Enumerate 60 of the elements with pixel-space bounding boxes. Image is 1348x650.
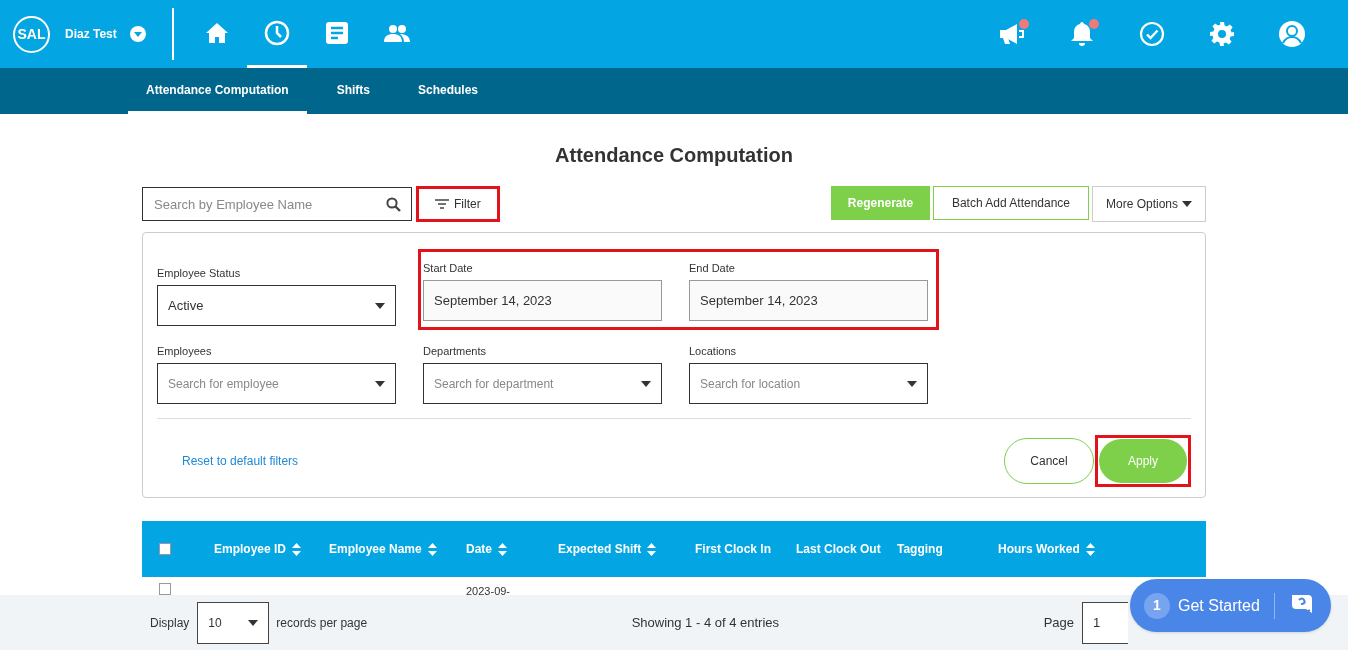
display-label: Display bbox=[150, 614, 190, 632]
entries-count: Showing 1 - 4 of 4 entries bbox=[631, 613, 780, 632]
column-header: Tagging bbox=[897, 541, 943, 558]
tab[interactable]: Attendance Computation bbox=[128, 68, 307, 114]
sort-icon bbox=[647, 542, 657, 556]
check-circle-icon bbox=[1139, 21, 1165, 47]
caret-icon bbox=[375, 380, 385, 387]
date-field[interactable]: September 14, 2023 bbox=[423, 280, 662, 321]
checkbox[interactable] bbox=[159, 543, 171, 555]
get-started-button[interactable]: 1 Get Started bbox=[1130, 579, 1331, 632]
page-label: Page bbox=[1043, 613, 1074, 632]
sort-icon bbox=[427, 542, 437, 556]
caret-icon bbox=[907, 380, 917, 387]
tab[interactable]: Shifts bbox=[318, 68, 388, 114]
caret-icon bbox=[133, 31, 142, 37]
sort-icon bbox=[292, 542, 302, 556]
batch-add-button[interactable]: Batch Add Attendance bbox=[933, 186, 1089, 220]
field-label: End Date bbox=[689, 261, 736, 274]
settings-icon bbox=[1209, 21, 1235, 47]
records-label: records per page bbox=[276, 614, 368, 632]
checkbox[interactable] bbox=[159, 583, 171, 595]
page-size-select[interactable]: 10 bbox=[197, 601, 270, 644]
field-label: Employee Status bbox=[157, 266, 242, 279]
table-cell: 2023-09- bbox=[466, 585, 511, 597]
column-header: First Clock In bbox=[695, 541, 771, 558]
field-label: Employees bbox=[157, 344, 213, 357]
page-title: Attendance Computation bbox=[555, 143, 793, 168]
field-label: Departments bbox=[423, 344, 487, 357]
filter-icon bbox=[435, 199, 449, 209]
document-icon bbox=[325, 20, 349, 45]
clock-icon bbox=[264, 19, 290, 46]
megaphone-icon bbox=[999, 23, 1025, 45]
caret-icon bbox=[375, 302, 385, 309]
select-field[interactable]: Search for location bbox=[689, 363, 928, 404]
page-field[interactable]: 1 bbox=[1082, 601, 1128, 644]
sort-icon bbox=[1085, 542, 1095, 556]
sort-icon bbox=[498, 542, 507, 556]
filter-button[interactable]: Filter bbox=[420, 190, 496, 218]
column-header: Last Clock Out bbox=[796, 541, 881, 558]
search-icon bbox=[386, 197, 401, 212]
user-icon bbox=[1278, 20, 1306, 48]
select-field[interactable]: Active bbox=[157, 285, 396, 326]
field-label: Locations bbox=[689, 344, 738, 357]
caret-icon bbox=[641, 380, 651, 387]
tab[interactable]: Schedules bbox=[400, 68, 497, 114]
people-icon bbox=[383, 23, 411, 42]
search-field[interactable]: Search by Employee Name bbox=[142, 187, 412, 221]
home-icon bbox=[205, 21, 229, 44]
caret-icon bbox=[248, 619, 259, 626]
logo: SAL bbox=[13, 15, 50, 53]
more-options-button[interactable]: More Options bbox=[1092, 186, 1206, 222]
bell-icon bbox=[1070, 21, 1094, 47]
company-name: Diaz Test bbox=[65, 26, 117, 43]
select-field[interactable]: Search for department bbox=[423, 363, 662, 404]
reset-filters-link[interactable]: Reset to default filters bbox=[182, 452, 299, 470]
select-field[interactable]: Search for employee bbox=[157, 363, 396, 404]
company-dropdown[interactable] bbox=[129, 26, 146, 42]
caret-icon bbox=[1182, 201, 1192, 207]
field-label: Start Date bbox=[423, 261, 474, 274]
date-field[interactable]: September 14, 2023 bbox=[689, 280, 928, 321]
